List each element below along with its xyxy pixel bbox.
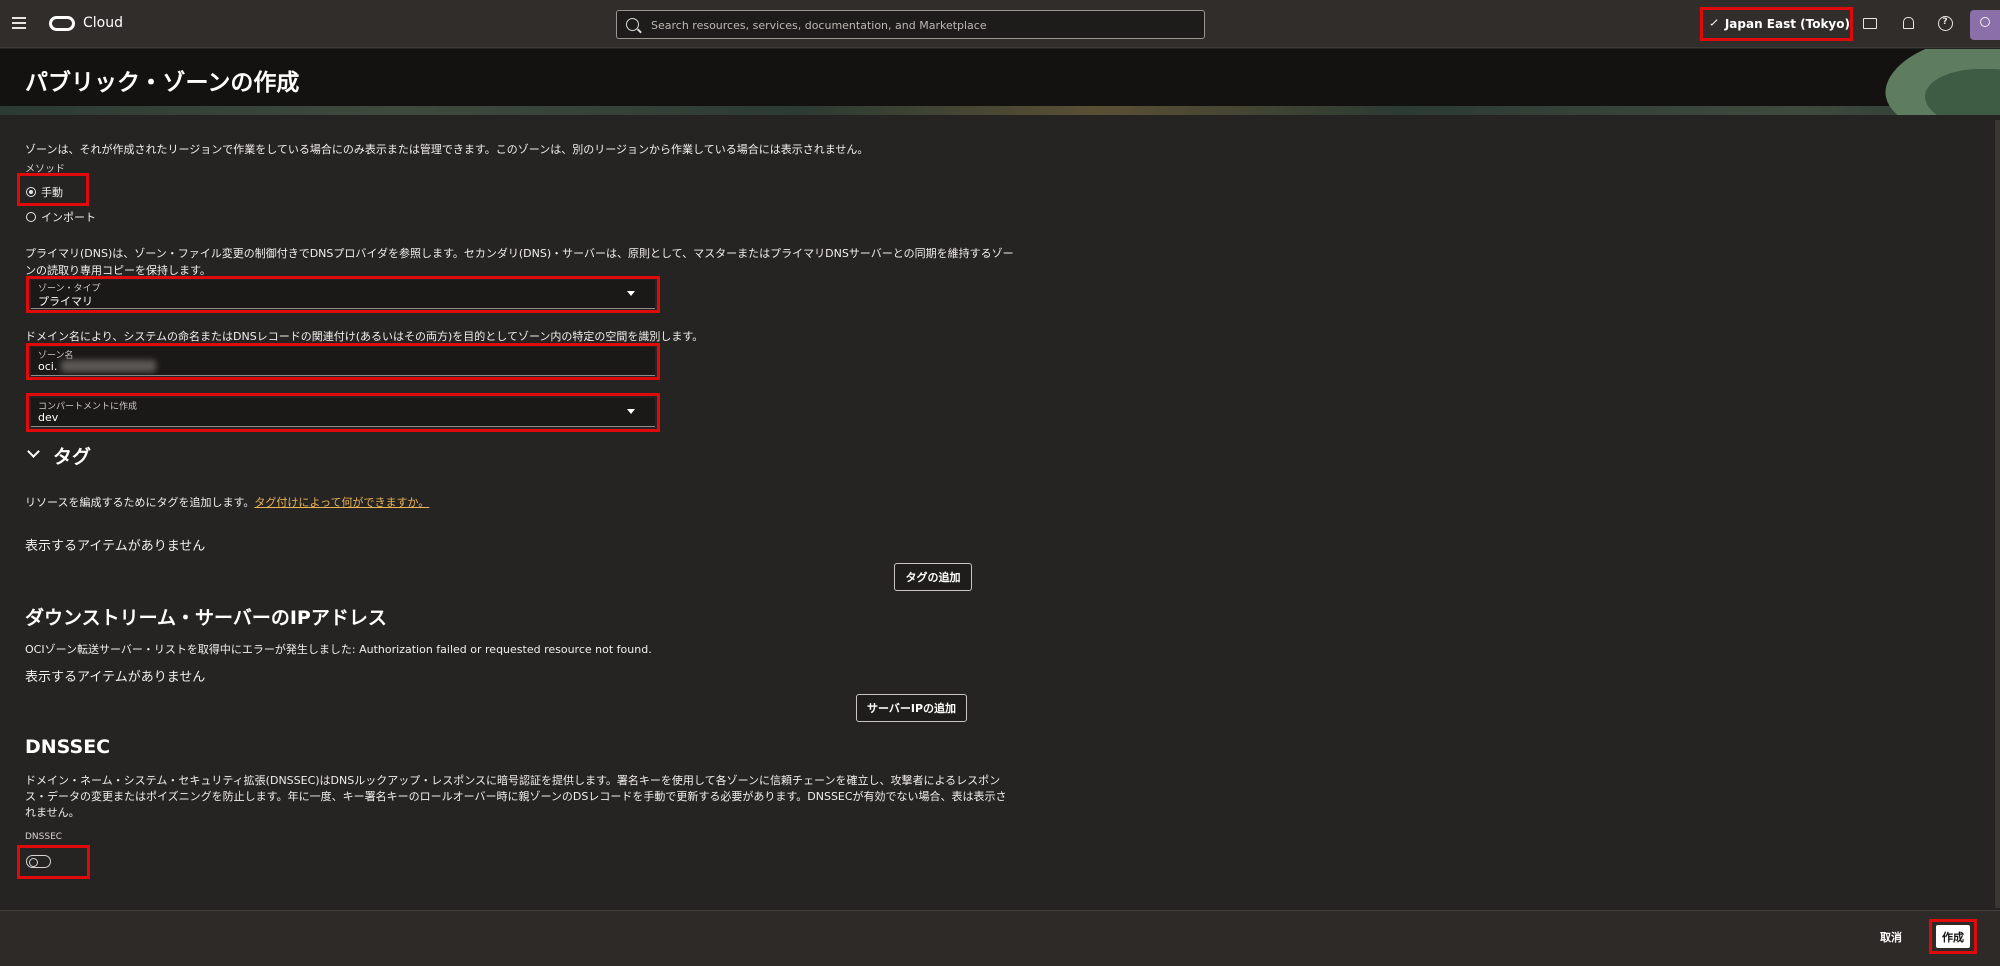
- region-selector[interactable]: Japan East (Tokyo): [1700, 7, 1853, 41]
- dropdown-caret-icon: [627, 291, 635, 296]
- redacted-text: [61, 360, 156, 372]
- highlight-box: 作成: [1929, 919, 1977, 954]
- radio-checked-icon: [26, 187, 36, 197]
- chevron-down-icon[interactable]: [27, 445, 40, 458]
- page-title: パブリック・ゾーンの作成: [25, 70, 300, 96]
- chevron-down-icon: [1710, 18, 1718, 26]
- developer-tools-icon[interactable]: [1862, 15, 1878, 31]
- tags-help-link[interactable]: タグ付けによって何ができますか。: [254, 496, 429, 509]
- create-button[interactable]: 作成: [1936, 925, 1970, 948]
- search-icon: [626, 18, 639, 31]
- compartment-value: dev: [38, 411, 59, 424]
- brand-name[interactable]: Cloud: [83, 15, 123, 31]
- downstream-error-message: OCIゾーン転送サーバー・リストを取得中にエラーが発生しました: Authori…: [25, 643, 652, 656]
- zone-name-description: ドメイン名により、システムの命名またはDNSレコードの関連付け(あるいはその両方…: [25, 330, 704, 343]
- zone-type-description: プライマリ(DNS)は、ゾーン・ファイル変更の制御付きでDNSプロバイダを参照し…: [25, 247, 1014, 260]
- region-note: ゾーンは、それが作成されたリージョンで作業をしている場合にのみ表示または管理でき…: [25, 143, 869, 156]
- radio-label: 手動: [41, 186, 63, 199]
- dnssec-toggle-label: DNSSEC: [25, 832, 63, 842]
- dnssec-description-cont: れません。: [25, 806, 80, 819]
- cancel-button[interactable]: 取消: [1880, 929, 1902, 945]
- tags-empty-message: 表示するアイテムがありません: [25, 539, 206, 554]
- radio-unchecked-icon: [26, 212, 36, 222]
- profile-avatar[interactable]: [1970, 10, 2000, 40]
- zone-name-input[interactable]: ゾーン名 oci.: [31, 347, 655, 376]
- zone-type-select[interactable]: ゾーン・タイプ プライマリ: [31, 280, 655, 309]
- tags-description: リソースを編成するためにタグを追加します。タグ付けによって何ができますか。: [25, 494, 429, 510]
- menu-icon[interactable]: [12, 17, 26, 29]
- tags-heading[interactable]: タグ: [53, 442, 91, 469]
- method-radio-manual[interactable]: 手動: [26, 184, 63, 200]
- method-radio-import[interactable]: インポート: [26, 209, 96, 225]
- decorative-strip: [0, 106, 2000, 115]
- downstream-heading: ダウンストリーム・サーバーのIPアドレス: [25, 607, 387, 629]
- compartment-select[interactable]: コンパートメントに作成 dev: [31, 398, 655, 427]
- search-bar[interactable]: [616, 10, 1205, 39]
- add-tag-button[interactable]: タグの追加: [894, 563, 972, 591]
- top-navigation-bar: Cloud Japan East (Tokyo): [0, 0, 2000, 48]
- scrollbar[interactable]: [1995, 120, 2000, 908]
- tags-description-text: リソースを編成するためにタグを追加します。: [25, 496, 255, 509]
- footer-bar: 取消 作成: [0, 910, 2000, 966]
- dnssec-toggle[interactable]: [26, 855, 51, 868]
- zone-type-value: プライマリ: [38, 295, 93, 308]
- region-label: Japan East (Tokyo): [1724, 17, 1850, 31]
- dnssec-description: ドメイン・ネーム・システム・セキュリティ拡張(DNSSEC)はDNSルックアップ…: [25, 774, 1001, 787]
- page-header-banner: パブリック・ゾーンの作成: [0, 49, 2000, 115]
- radio-label: インポート: [41, 211, 96, 224]
- dropdown-caret-icon: [627, 409, 635, 414]
- zone-name-value: oci.: [38, 360, 58, 373]
- oracle-logo-icon[interactable]: [49, 16, 75, 31]
- dnssec-description-cont: ス・データの変更またはポイズニングを防止します。年に一度、キー署名キーのロールオ…: [25, 790, 1007, 803]
- search-input[interactable]: [651, 15, 1191, 35]
- downstream-empty-message: 表示するアイテムがありません: [25, 670, 206, 685]
- dnssec-heading: DNSSEC: [25, 736, 111, 758]
- help-icon[interactable]: [1937, 15, 1953, 31]
- notifications-bell-icon[interactable]: [1900, 15, 1916, 31]
- add-server-ip-button[interactable]: サーバーIPの追加: [856, 694, 967, 722]
